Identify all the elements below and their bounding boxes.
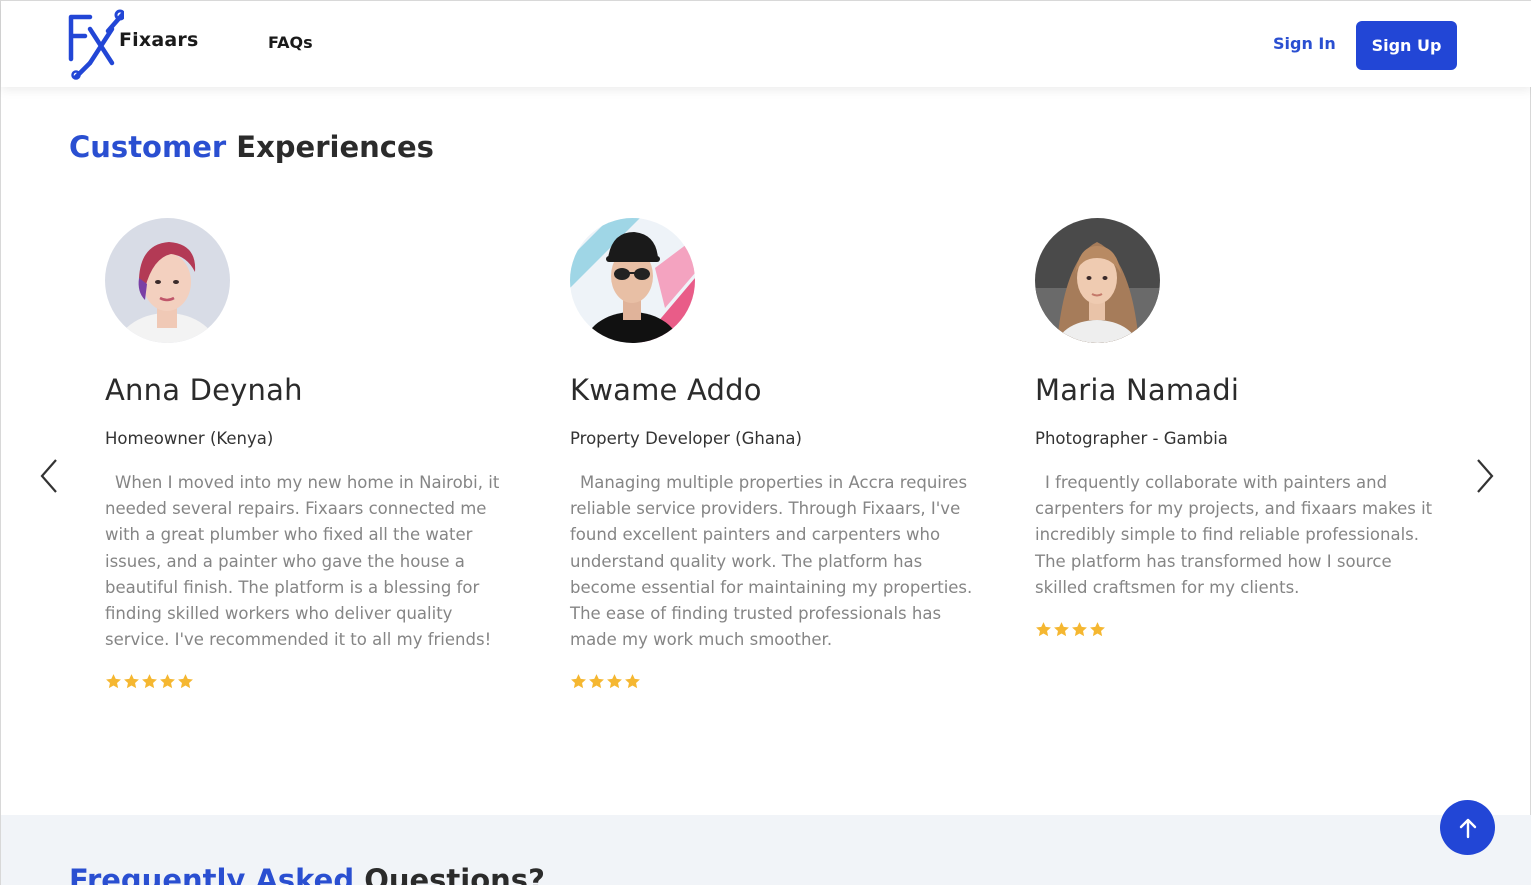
faq-title-accent: Frequently Asked [69,863,355,885]
faq-title: Frequently Asked Questions? [69,863,545,885]
carousel-next-button[interactable] [1470,456,1500,496]
star-icon [571,674,586,689]
star-rating [570,673,980,690]
title-rest: Experiences [236,130,434,164]
testimonial-name: Anna Deynah [105,373,303,407]
testimonial-role: Photographer - Gambia [1035,429,1228,448]
star-icon [1054,622,1069,637]
testimonial-card: Kwame Addo Property Developer (Ghana) Ma… [570,218,980,690]
testimonial-card: Anna Deynah Homeowner (Kenya) When I mov… [105,218,515,690]
star-icon [124,674,139,689]
sign-in-button[interactable]: Sign In [1273,34,1336,53]
back-to-top-button[interactable] [1440,800,1495,855]
star-icon [1036,622,1051,637]
testimonial-quote: Managing multiple properties in Accra re… [570,473,973,650]
star-icon [178,674,193,689]
star-rating [1035,621,1445,638]
sign-up-button[interactable]: Sign Up [1356,21,1457,70]
carousel-prev-button[interactable] [34,456,64,496]
faq-section: Frequently Asked Questions? [1,815,1531,885]
faq-title-rest: Questions? [364,863,545,885]
testimonial-card: Maria Namadi Photographer - Gambia I fre… [1035,218,1445,638]
avatar [105,218,230,343]
star-icon [1090,622,1105,637]
star-icon [160,674,175,689]
nav-faqs-link[interactable]: FAQs [268,33,313,52]
logo-text: Fixaars [119,29,199,51]
testimonial-name: Kwame Addo [570,373,762,407]
star-icon [589,674,604,689]
testimonial-quote: When I moved into my new home in Nairobi… [105,473,500,650]
testimonial-role: Property Developer (Ghana) [570,429,802,448]
star-rating [105,673,515,690]
star-icon [1072,622,1087,637]
arrow-up-icon [1459,818,1476,838]
logo-fx-mark-icon [68,9,126,80]
star-icon [106,674,121,689]
title-accent: Customer [69,130,227,164]
customer-experiences-title: Customer Experiences [69,130,434,164]
navbar: Fixaars FAQs Sign In Sign Up [1,0,1531,87]
chevron-left-icon [40,459,57,493]
star-icon [607,674,622,689]
chevron-right-icon [1477,459,1494,493]
avatar [1035,218,1160,343]
testimonial-quote: I frequently collaborate with painters a… [1035,473,1433,597]
fixaars-logo[interactable]: Fixaars [68,9,208,81]
star-icon [625,674,640,689]
avatar [570,218,695,343]
star-icon [142,674,157,689]
testimonial-name: Maria Namadi [1035,373,1240,407]
testimonial-role: Homeowner (Kenya) [105,429,274,448]
